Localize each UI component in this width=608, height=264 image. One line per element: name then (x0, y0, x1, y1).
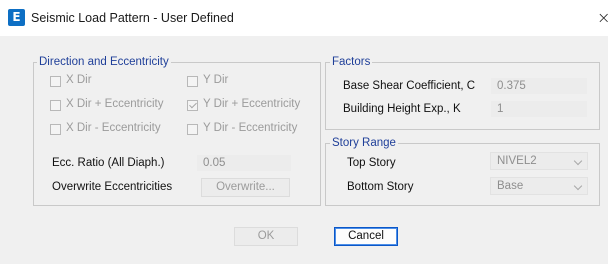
chevron-down-icon (573, 181, 583, 191)
x-dir-plus-ecc-checkbox[interactable] (50, 100, 61, 111)
y-dir-plus-ecc-checkbox[interactable] (187, 100, 198, 111)
factors-title: Factors (330, 56, 373, 69)
overwrite-eccentricities-label: Overwrite Eccentricities (52, 181, 173, 193)
x-dir-checkbox[interactable] (50, 76, 61, 87)
base-shear-coefficient-input[interactable]: 0.375 (490, 77, 588, 95)
x-dir-plus-ecc-label: X Dir + Eccentricity (66, 98, 164, 110)
top-story-value: NIVEL2 (497, 155, 537, 167)
bottom-story-value: Base (497, 180, 524, 192)
x-dir-minus-ecc-checkbox[interactable] (50, 124, 61, 135)
ecc-ratio-input[interactable]: 0.05 (196, 154, 292, 172)
top-story-label: Top Story (347, 157, 396, 169)
ok-button[interactable]: OK (234, 227, 298, 246)
chevron-down-icon (573, 156, 583, 166)
overwrite-button[interactable]: Overwrite... (201, 178, 290, 197)
bottom-story-label: Bottom Story (347, 181, 414, 193)
base-shear-coefficient-label: Base Shear Coefficient, C (343, 80, 476, 92)
cancel-button[interactable]: Cancel (334, 227, 398, 246)
close-icon[interactable]: × (597, 8, 608, 27)
y-dir-minus-ecc-label: Y Dir - Eccentricity (203, 122, 298, 134)
title-bar: E Seismic Load Pattern - User Defined × (0, 0, 608, 36)
y-dir-minus-ecc-checkbox[interactable] (187, 124, 198, 135)
y-dir-label: Y Dir (203, 74, 229, 86)
y-dir-plus-ecc-label: Y Dir + Eccentricity (203, 98, 301, 110)
etabs-app-icon: E (8, 9, 25, 26)
x-dir-label: X Dir (66, 74, 92, 86)
factors-group (325, 62, 600, 130)
direction-eccentricity-title: Direction and Eccentricity (37, 56, 171, 69)
building-height-exp-input[interactable]: 1 (490, 100, 588, 118)
top-story-select[interactable]: NIVEL2 (490, 152, 588, 170)
window-title: Seismic Load Pattern - User Defined (31, 11, 234, 25)
y-dir-checkbox[interactable] (187, 76, 198, 87)
story-range-title: Story Range (330, 137, 398, 150)
x-dir-minus-ecc-label: X Dir - Eccentricity (66, 122, 161, 134)
ecc-ratio-label: Ecc. Ratio (All Diaph.) (52, 157, 165, 169)
building-height-exp-label: Building Height Exp., K (343, 103, 461, 115)
bottom-story-select[interactable]: Base (490, 177, 588, 195)
